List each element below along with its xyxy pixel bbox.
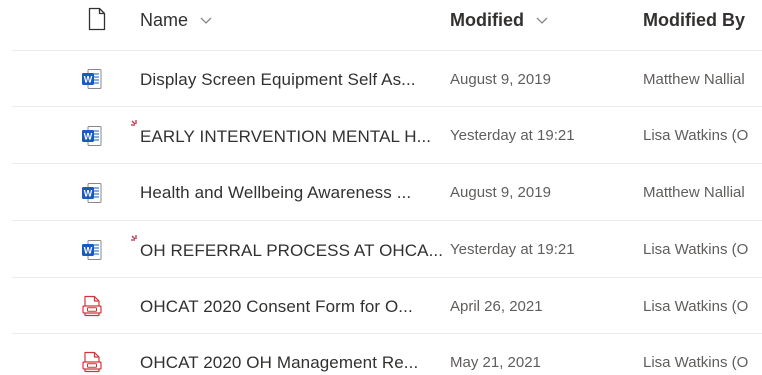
modified-date: Yesterday at 19:21 bbox=[450, 241, 575, 258]
modified-date: August 9, 2019 bbox=[450, 184, 551, 201]
pdf-document-icon bbox=[81, 295, 103, 317]
chevron-down-icon[interactable] bbox=[199, 13, 213, 27]
modified-by: Matthew Nallial bbox=[643, 71, 745, 88]
svg-text:W: W bbox=[84, 188, 93, 198]
word-document-icon: W bbox=[81, 239, 103, 261]
word-document-icon: W bbox=[81, 182, 103, 204]
modified-date: May 21, 2021 bbox=[450, 354, 541, 371]
table-row[interactable]: W OH REFERRAL PROCESS AT OHCA... Yesterd… bbox=[0, 221, 762, 277]
table-row[interactable]: W Health and Wellbeing Awareness ... Aug… bbox=[0, 164, 762, 220]
table-row[interactable]: W EARLY INTERVENTION MENTAL H... Yesterd… bbox=[0, 107, 762, 163]
file-name[interactable]: EARLY INTERVENTION MENTAL H... bbox=[140, 127, 431, 147]
modified-date: August 9, 2019 bbox=[450, 71, 551, 88]
file-type-icon[interactable] bbox=[87, 7, 107, 31]
modified-by: Lisa Watkins (O bbox=[643, 241, 749, 258]
word-document-icon: W bbox=[81, 68, 103, 90]
chevron-down-icon[interactable] bbox=[535, 13, 549, 27]
table-row[interactable]: OHCAT 2020 Consent Form for O... April 2… bbox=[0, 278, 762, 334]
svg-text:W: W bbox=[84, 131, 93, 141]
file-name[interactable]: Health and Wellbeing Awareness ... bbox=[140, 183, 411, 203]
svg-text:W: W bbox=[84, 74, 93, 84]
word-document-icon: W bbox=[81, 125, 103, 147]
modified-by: Lisa Watkins (O bbox=[643, 127, 749, 144]
column-header-modified-by[interactable]: Modified By bbox=[643, 10, 745, 31]
pdf-document-icon bbox=[81, 351, 103, 373]
list-header: Name Modified Modified By bbox=[0, 0, 762, 46]
table-row[interactable]: OHCAT 2020 OH Management Re... May 21, 2… bbox=[0, 334, 762, 375]
modified-date: April 26, 2021 bbox=[450, 298, 543, 315]
modified-by: Lisa Watkins (O bbox=[643, 354, 749, 371]
file-name[interactable]: OHCAT 2020 OH Management Re... bbox=[140, 353, 418, 373]
svg-text:W: W bbox=[84, 245, 93, 255]
modified-by: Matthew Nallial bbox=[643, 184, 745, 201]
file-list: Name Modified Modified By W Display Scre… bbox=[0, 0, 762, 375]
file-name[interactable]: OH REFERRAL PROCESS AT OHCA... bbox=[140, 241, 443, 261]
modified-by: Lisa Watkins (O bbox=[643, 298, 749, 315]
column-header-modified[interactable]: Modified bbox=[450, 10, 524, 31]
file-name[interactable]: Display Screen Equipment Self As... bbox=[140, 70, 416, 90]
file-name[interactable]: OHCAT 2020 Consent Form for O... bbox=[140, 297, 413, 317]
column-header-name[interactable]: Name bbox=[140, 10, 188, 31]
table-row[interactable]: W Display Screen Equipment Self As... Au… bbox=[0, 51, 762, 107]
modified-date: Yesterday at 19:21 bbox=[450, 127, 575, 144]
